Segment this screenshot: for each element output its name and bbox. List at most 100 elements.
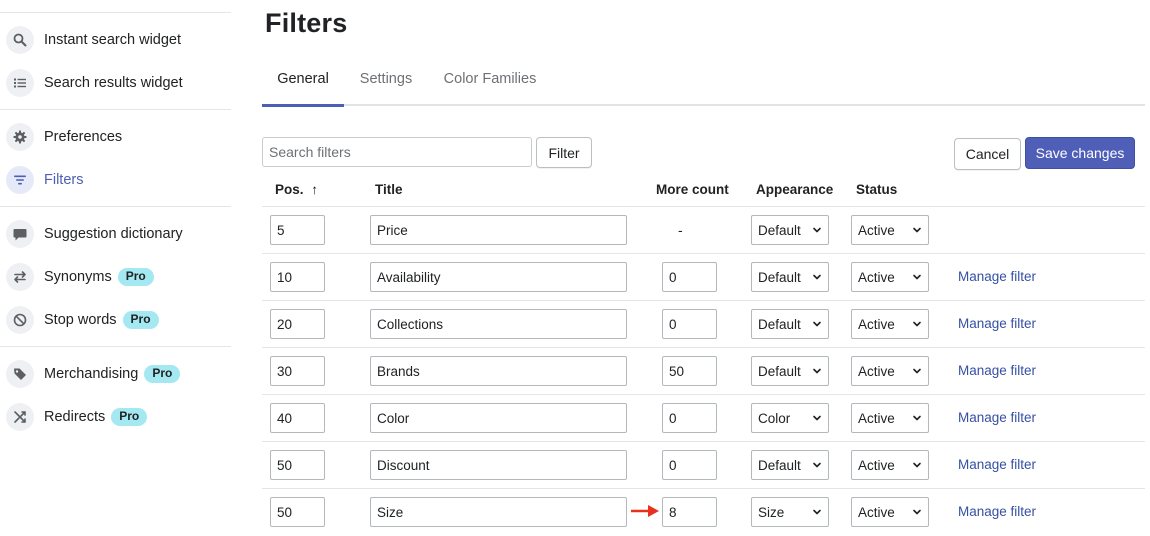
table-row: Default Active Manage filter bbox=[262, 347, 1145, 394]
manage-filter-link[interactable]: Manage filter bbox=[958, 316, 1036, 331]
more-count-input[interactable] bbox=[662, 403, 717, 433]
chat-icon bbox=[6, 220, 34, 248]
status-value: Active bbox=[858, 457, 895, 473]
tab-general[interactable]: General bbox=[262, 60, 344, 107]
status-value: Active bbox=[858, 316, 895, 332]
pro-badge: Pro bbox=[117, 268, 154, 286]
sidebar: Instant search widget Search results wid… bbox=[0, 0, 232, 536]
title-input[interactable] bbox=[370, 356, 627, 386]
status-select[interactable]: Active bbox=[851, 262, 929, 292]
sidebar-item-label: Synonyms bbox=[44, 269, 112, 285]
search-icon bbox=[6, 26, 34, 54]
sidebar-item-label: Search results widget bbox=[44, 75, 183, 91]
cancel-button[interactable]: Cancel bbox=[954, 138, 1021, 170]
position-input[interactable] bbox=[270, 309, 325, 339]
position-input[interactable] bbox=[270, 450, 325, 480]
appearance-value: Default bbox=[758, 269, 801, 285]
gear-icon bbox=[6, 123, 34, 151]
status-value: Active bbox=[858, 410, 895, 426]
annotation-arrow-icon bbox=[630, 504, 660, 521]
title-input[interactable] bbox=[370, 215, 627, 245]
sidebar-item-suggestion-dictionary[interactable]: Suggestion dictionary bbox=[6, 218, 183, 250]
sidebar-item-search-results-widget[interactable]: Search results widget bbox=[6, 67, 183, 99]
search-filters-input[interactable] bbox=[262, 137, 532, 167]
more-count-input[interactable] bbox=[662, 450, 717, 480]
column-header-status: Status bbox=[856, 182, 898, 197]
position-input[interactable] bbox=[270, 497, 325, 527]
pro-badge: Pro bbox=[144, 365, 181, 383]
more-count-input[interactable] bbox=[662, 309, 717, 339]
manage-filter-link[interactable]: Manage filter bbox=[958, 269, 1036, 284]
position-input[interactable] bbox=[270, 403, 325, 433]
title-input[interactable] bbox=[370, 450, 627, 480]
appearance-select[interactable]: Size bbox=[751, 497, 829, 527]
more-count-input[interactable] bbox=[662, 497, 717, 527]
sidebar-item-label: Preferences bbox=[44, 129, 123, 145]
status-select[interactable]: Active bbox=[851, 450, 929, 480]
more-count-input[interactable] bbox=[662, 356, 717, 386]
status-select[interactable]: Active bbox=[851, 403, 929, 433]
sidebar-item-synonyms[interactable]: Synonyms Pro bbox=[6, 261, 154, 293]
status-value: Active bbox=[858, 363, 895, 379]
column-header-pos[interactable]: Pos. ↑ bbox=[275, 182, 318, 197]
status-select[interactable]: Active bbox=[851, 497, 929, 527]
status-value: Active bbox=[858, 269, 895, 285]
sidebar-item-preferences[interactable]: Preferences bbox=[6, 121, 122, 153]
sidebar-item-label: Merchandising bbox=[44, 366, 139, 382]
sidebar-item-label: Suggestion dictionary bbox=[44, 226, 183, 242]
sidebar-divider bbox=[0, 109, 231, 110]
title-input[interactable] bbox=[370, 309, 627, 339]
title-input[interactable] bbox=[370, 497, 627, 527]
appearance-select[interactable]: Color bbox=[751, 403, 829, 433]
save-changes-button[interactable]: Save changes bbox=[1025, 137, 1135, 169]
table-row: Size Active Manage filter bbox=[262, 488, 1145, 535]
appearance-value: Size bbox=[758, 504, 785, 520]
column-header-appearance: Appearance bbox=[756, 182, 834, 197]
status-select[interactable]: Active bbox=[851, 356, 929, 386]
position-input[interactable] bbox=[270, 215, 325, 245]
table-row: Color Active Manage filter bbox=[262, 394, 1145, 441]
sidebar-item-label: Stop words bbox=[44, 312, 117, 328]
filter-button[interactable]: Filter bbox=[536, 137, 592, 168]
chevron-down-icon bbox=[813, 462, 821, 468]
table-row: - Default Active bbox=[262, 206, 1145, 253]
tab-settings[interactable]: Settings bbox=[352, 60, 420, 106]
sidebar-item-stop-words[interactable]: Stop words Pro bbox=[6, 304, 159, 336]
position-input[interactable] bbox=[270, 356, 325, 386]
more-count-empty: - bbox=[678, 222, 683, 238]
chevron-down-icon bbox=[813, 415, 821, 421]
tab-color-families[interactable]: Color Families bbox=[438, 60, 542, 106]
sidebar-item-merchandising[interactable]: Merchandising Pro bbox=[6, 358, 181, 390]
appearance-value: Default bbox=[758, 222, 801, 238]
status-value: Active bbox=[858, 504, 895, 520]
sidebar-item-filters[interactable]: Filters bbox=[6, 164, 83, 196]
appearance-value: Default bbox=[758, 363, 801, 379]
title-input[interactable] bbox=[370, 262, 627, 292]
sidebar-item-label: Instant search widget bbox=[44, 32, 182, 48]
table-row: Default Active Manage filter bbox=[262, 300, 1145, 347]
chevron-down-icon bbox=[813, 321, 821, 327]
more-count-input[interactable] bbox=[662, 262, 717, 292]
filter-icon bbox=[6, 166, 34, 194]
title-input[interactable] bbox=[370, 403, 627, 433]
sidebar-divider bbox=[0, 12, 231, 13]
appearance-select[interactable]: Default bbox=[751, 356, 829, 386]
appearance-select[interactable]: Default bbox=[751, 215, 829, 245]
status-select[interactable]: Active bbox=[851, 309, 929, 339]
manage-filter-link[interactable]: Manage filter bbox=[958, 457, 1036, 472]
appearance-select[interactable]: Default bbox=[751, 262, 829, 292]
sidebar-item-label: Filters bbox=[44, 172, 84, 188]
sidebar-divider bbox=[0, 346, 231, 347]
appearance-select[interactable]: Default bbox=[751, 450, 829, 480]
manage-filter-link[interactable]: Manage filter bbox=[958, 363, 1036, 378]
sidebar-item-redirects[interactable]: Redirects Pro bbox=[6, 401, 148, 433]
appearance-select[interactable]: Default bbox=[751, 309, 829, 339]
position-input[interactable] bbox=[270, 262, 325, 292]
sidebar-item-instant-search-widget[interactable]: Instant search widget bbox=[6, 24, 181, 56]
manage-filter-link[interactable]: Manage filter bbox=[958, 410, 1036, 425]
block-icon bbox=[6, 306, 34, 334]
chevron-down-icon bbox=[913, 368, 921, 374]
status-select[interactable]: Active bbox=[851, 215, 929, 245]
manage-filter-link[interactable]: Manage filter bbox=[958, 504, 1036, 519]
sidebar-divider bbox=[0, 206, 231, 207]
